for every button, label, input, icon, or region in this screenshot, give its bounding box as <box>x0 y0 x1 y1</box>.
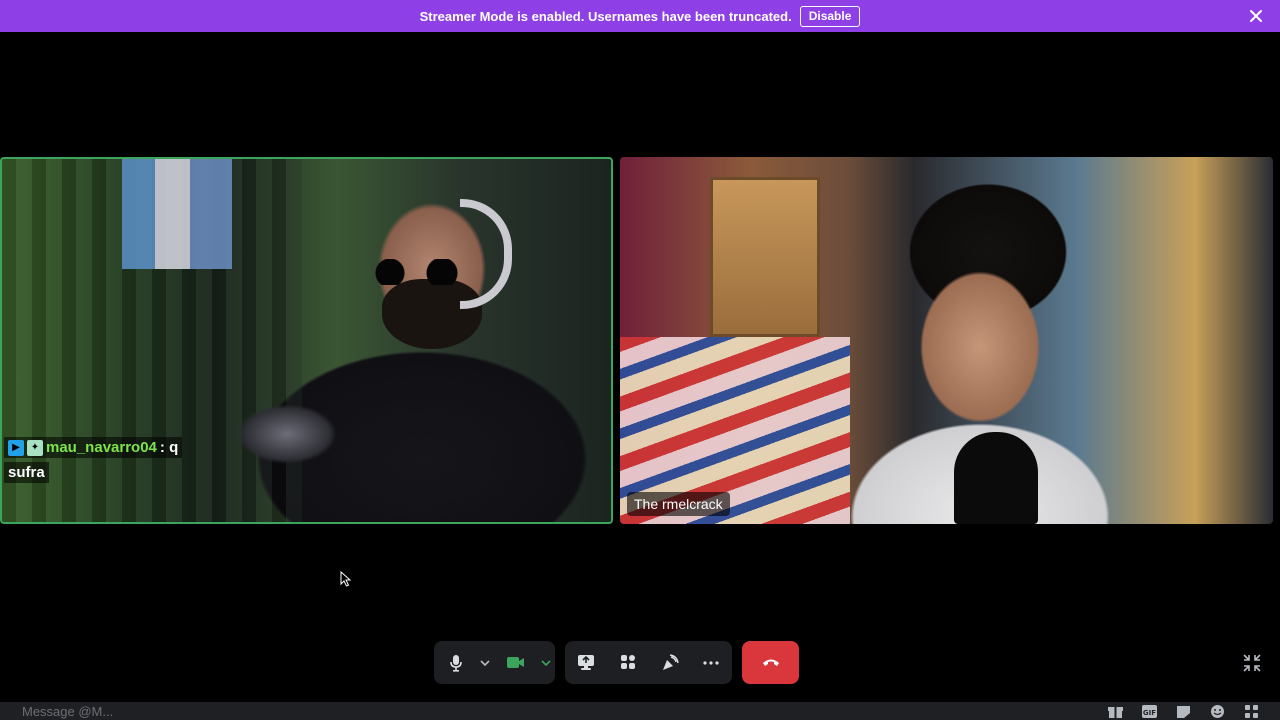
video-tile-speaking[interactable]: ▶ ✦ mau_navarro04 : q sufra <box>0 157 613 524</box>
chevron-down-icon <box>480 659 490 666</box>
audio-video-group <box>434 641 555 684</box>
disable-streamer-mode-button[interactable]: Disable <box>799 5 861 27</box>
apps-icon[interactable] <box>1243 704 1260 719</box>
more-options-button[interactable] <box>691 641 731 684</box>
call-controls <box>0 641 1280 685</box>
video-options-button[interactable] <box>537 641 555 684</box>
more-icon <box>703 660 719 665</box>
gift-icon[interactable] <box>1107 704 1124 719</box>
stream-chat-overlay: ▶ ✦ mau_navarro04 : q sufra <box>4 437 183 483</box>
share-screen-button[interactable] <box>565 641 607 684</box>
participant-name-label: The rmelcrack <box>627 492 730 516</box>
chat-separator: : q <box>159 439 179 456</box>
sticker-icon[interactable] <box>1175 704 1192 719</box>
activities-button[interactable] <box>607 641 649 684</box>
exit-fullscreen-icon[interactable] <box>1243 654 1261 672</box>
participant-microphone <box>237 404 337 464</box>
close-icon[interactable] <box>1248 8 1264 24</box>
svg-text:GIF: GIF <box>1143 709 1156 717</box>
sub-badge-icon: ✦ <box>27 439 43 456</box>
chat-message: sufra <box>8 464 45 481</box>
mute-button[interactable] <box>437 641 475 684</box>
chat-username: mau_navarro04 <box>46 439 157 456</box>
participant-headphones <box>460 199 512 309</box>
mouse-cursor-icon <box>340 571 352 587</box>
screen-share-icon <box>577 654 595 671</box>
background-dresser <box>710 177 820 337</box>
chevron-down-icon <box>541 659 551 666</box>
camera-icon <box>507 656 525 669</box>
audio-options-button[interactable] <box>475 641 495 684</box>
background-flag <box>122 159 232 269</box>
microphone-icon <box>449 654 463 672</box>
message-bar-icons: GIF <box>1107 704 1260 719</box>
banner-text: Streamer Mode is enabled. Usernames have… <box>419 8 792 24</box>
message-input[interactable] <box>22 703 722 719</box>
activities-icon <box>620 654 636 671</box>
gif-icon[interactable]: GIF <box>1141 704 1158 719</box>
camera-button[interactable] <box>495 641 537 684</box>
disconnect-button[interactable] <box>742 641 799 684</box>
participant-microphone <box>954 432 1038 524</box>
chat-line-user: ▶ ✦ mau_navarro04 : q <box>4 437 183 458</box>
soundboard-icon <box>661 654 679 671</box>
soundboard-button[interactable] <box>649 641 691 684</box>
streamer-mode-banner: Streamer Mode is enabled. Usernames have… <box>0 0 1280 32</box>
chat-line-message: sufra <box>4 462 49 483</box>
activity-group <box>565 641 732 684</box>
hang-up-icon <box>762 654 780 672</box>
prime-badge-icon: ▶ <box>8 439 24 456</box>
emoji-icon[interactable] <box>1209 704 1226 719</box>
video-tile[interactable]: The rmelcrack <box>620 157 1273 524</box>
message-bar: GIF <box>0 702 1280 720</box>
